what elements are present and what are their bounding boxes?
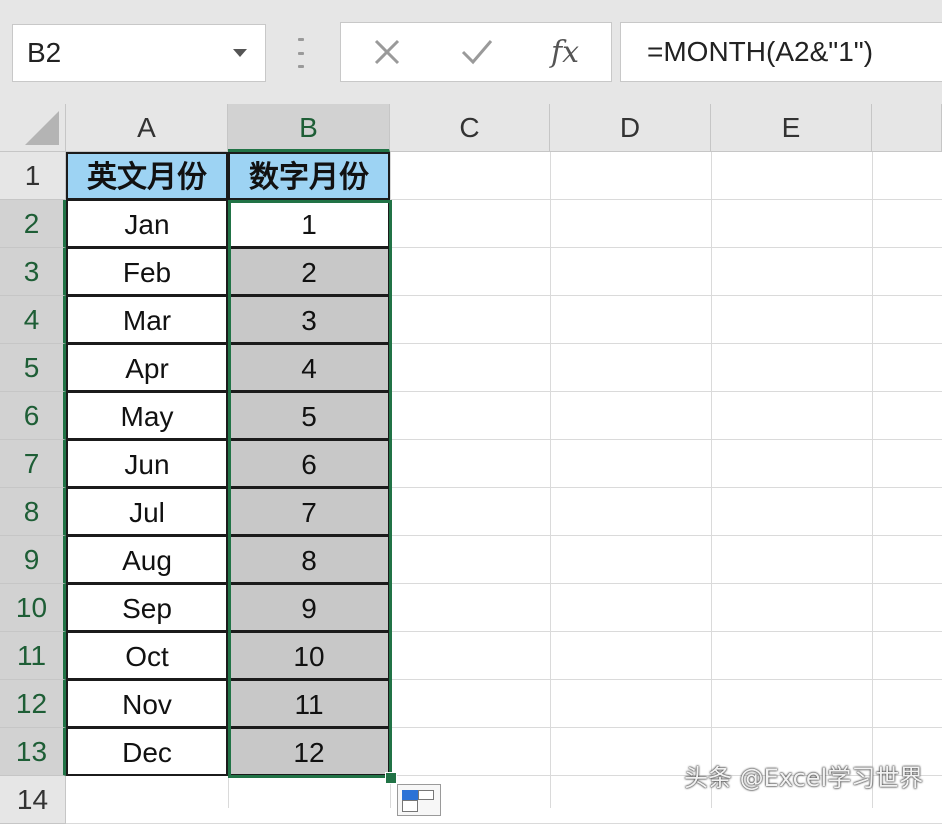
cell-a13[interactable]: Dec	[66, 728, 228, 776]
cell-a3[interactable]: Feb	[66, 248, 228, 296]
column-header-f[interactable]	[872, 104, 942, 152]
cell-a2[interactable]: Jan	[66, 200, 228, 248]
cell-a8[interactable]: Jul	[66, 488, 228, 536]
cell-b5[interactable]: 4	[228, 344, 390, 392]
cell-b6[interactable]: 5	[228, 392, 390, 440]
cell-b8[interactable]: 7	[228, 488, 390, 536]
cell-a1-header[interactable]: 英文月份	[66, 152, 228, 200]
formula-buttons: fx	[340, 22, 612, 82]
grid-line	[872, 152, 873, 808]
cell-b1-header[interactable]: 数字月份	[228, 152, 390, 200]
close-icon	[374, 39, 400, 65]
chevron-down-icon[interactable]	[233, 49, 247, 57]
fill-handle[interactable]	[385, 772, 397, 784]
drag-handle-icon[interactable]	[296, 38, 306, 68]
insert-function-button[interactable]: fx	[525, 23, 605, 81]
cell-b4[interactable]: 3	[228, 296, 390, 344]
cancel-button[interactable]	[347, 23, 427, 81]
name-box-value: B2	[27, 37, 62, 68]
cell-a7[interactable]: Jun	[66, 440, 228, 488]
row-header-7[interactable]: 7	[0, 440, 66, 488]
cell-a12[interactable]: Nov	[66, 680, 228, 728]
row-header-10[interactable]: 10	[0, 584, 66, 632]
fx-icon: fx	[550, 34, 580, 70]
cell-b9[interactable]: 8	[228, 536, 390, 584]
watermark: 头条 @Excel学习世界	[684, 764, 924, 792]
grid-line	[550, 152, 551, 808]
enter-button[interactable]	[437, 23, 517, 81]
column-header-a[interactable]: A	[66, 104, 228, 152]
formula-bar: B2 fx =MONTH(A2&"1")	[0, 0, 942, 104]
name-box[interactable]: B2	[12, 24, 266, 82]
row-header-14[interactable]: 14	[0, 776, 66, 824]
row-header-6[interactable]: 6	[0, 392, 66, 440]
cell-b10[interactable]: 9	[228, 584, 390, 632]
column-header-e[interactable]: E	[711, 104, 872, 152]
column-header-b[interactable]: B	[228, 104, 390, 152]
column-header-c[interactable]: C	[390, 104, 550, 152]
row-header-9[interactable]: 9	[0, 536, 66, 584]
cell-b11[interactable]: 10	[228, 632, 390, 680]
cell-b12[interactable]: 11	[228, 680, 390, 728]
row-header-12[interactable]: 12	[0, 680, 66, 728]
cell-a5[interactable]: Apr	[66, 344, 228, 392]
row-header-4[interactable]: 4	[0, 296, 66, 344]
cell-b7[interactable]: 6	[228, 440, 390, 488]
cell-a4[interactable]: Mar	[66, 296, 228, 344]
cell-a9[interactable]: Aug	[66, 536, 228, 584]
cell-b3[interactable]: 2	[228, 248, 390, 296]
formula-input[interactable]: =MONTH(A2&"1")	[620, 22, 942, 82]
row-header-11[interactable]: 11	[0, 632, 66, 680]
cell-a10[interactable]: Sep	[66, 584, 228, 632]
column-header-d[interactable]: D	[550, 104, 711, 152]
formula-text: =MONTH(A2&"1")	[647, 36, 874, 67]
cell-a6[interactable]: May	[66, 392, 228, 440]
row-header-1[interactable]: 1	[0, 152, 66, 200]
row-header-3[interactable]: 3	[0, 248, 66, 296]
quick-analysis-button[interactable]	[397, 784, 441, 816]
cell-a11[interactable]: Oct	[66, 632, 228, 680]
worksheet-grid: ABCDE 1 2 3 4 5 6 7 8 9 10 11 12 13 14 英文月份 数字月份 Jan 1 Fe…	[0, 104, 942, 824]
grid-line	[390, 152, 391, 808]
row-header-8[interactable]: 8	[0, 488, 66, 536]
cell-b2[interactable]: 1	[228, 200, 390, 248]
grid-line	[711, 152, 712, 808]
cell-b13[interactable]: 12	[228, 728, 390, 776]
row-header-13[interactable]: 13	[0, 728, 66, 776]
select-all-button[interactable]	[0, 104, 66, 152]
checkmark-icon	[461, 40, 493, 65]
row-header-5[interactable]: 5	[0, 344, 66, 392]
row-header-2[interactable]: 2	[0, 200, 66, 248]
